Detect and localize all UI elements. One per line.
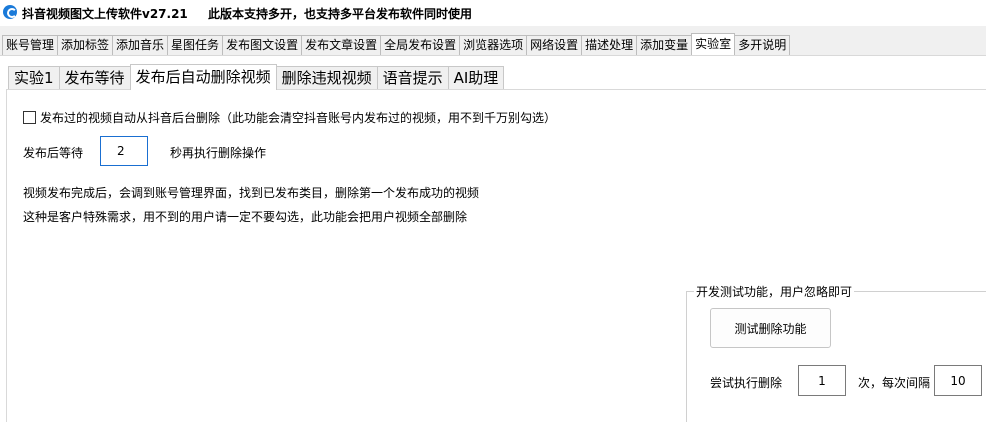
tab-add-music[interactable]: 添加音乐 xyxy=(112,35,169,55)
tab-article-settings[interactable]: 发布文章设置 xyxy=(301,35,382,55)
auto-delete-option[interactable]: 发布过的视频自动从抖音后台删除（此功能会清空抖音账号内发布过的视频，用不到千万别… xyxy=(23,109,556,126)
tab-network-settings[interactable]: 网络设置 xyxy=(526,35,583,55)
subtab-experiment-1[interactable]: 实验1 xyxy=(8,66,60,89)
wait-suffix-label: 秒再执行删除操作 xyxy=(170,146,267,160)
attempt-count-input[interactable] xyxy=(798,365,846,396)
tab-lab[interactable]: 实验室 xyxy=(691,33,736,55)
auto-delete-label: 发布过的视频自动从抖音后台删除（此功能会清空抖音账号内发布过的视频，用不到千万别… xyxy=(40,111,557,125)
title-bar: 抖音视频图文上传软件v27.21 此版本支持多开，也支持多平台发布软件同时使用 xyxy=(0,0,986,26)
subtab-auto-delete-video[interactable]: 发布后自动删除视频 xyxy=(129,64,277,90)
description-line-2: 这种是客户特殊需求，用不到的用户请一定不要勾选，此功能会把用户视频全部删除 xyxy=(23,210,468,224)
tab-image-post-settings[interactable]: 发布图文设置 xyxy=(222,35,303,55)
subtab-publish-wait[interactable]: 发布等待 xyxy=(58,66,131,89)
tab-browser-options[interactable]: 浏览器选项 xyxy=(459,35,528,55)
tab-add-variables[interactable]: 添加变量 xyxy=(636,35,693,55)
wait-seconds-input[interactable] xyxy=(100,136,148,166)
window-title: 抖音视频图文上传软件v27.21 xyxy=(22,7,188,21)
tab-star-tasks[interactable]: 星图任务 xyxy=(167,35,224,55)
tab-add-tags[interactable]: 添加标签 xyxy=(57,35,114,55)
description-line-1: 视频发布完成后，会调到账号管理界面，找到已发布类目，删除第一个发布成功的视频 xyxy=(23,186,480,200)
interval-label: 次，每次间隔 xyxy=(858,376,931,390)
wait-prefix-label: 发布后等待 xyxy=(23,146,84,160)
subtab-delete-violating-video[interactable]: 删除违规视频 xyxy=(275,66,378,89)
tab-description-processing[interactable]: 描述处理 xyxy=(581,35,638,55)
window-note: 此版本支持多开，也支持多平台发布软件同时使用 xyxy=(208,7,473,21)
subtab-voice-prompt[interactable]: 语音提示 xyxy=(376,66,449,89)
dev-test-group-title: 开发测试功能，用户忽略即可 xyxy=(694,283,855,300)
test-delete-button[interactable]: 测试删除功能 xyxy=(710,308,831,348)
tab-multi-instance-help[interactable]: 多开说明 xyxy=(734,35,791,55)
sub-tab-bar: 实验1 发布等待 发布后自动删除视频 删除违规视频 语音提示 AI助理 xyxy=(8,64,505,90)
tab-account-management[interactable]: 账号管理 xyxy=(2,35,59,55)
app-logo-icon xyxy=(3,5,17,19)
auto-delete-checkbox[interactable] xyxy=(23,111,36,124)
interval-input[interactable] xyxy=(934,365,982,396)
subtab-ai-assistant[interactable]: AI助理 xyxy=(447,66,505,89)
attempt-label: 尝试执行删除 xyxy=(710,376,783,390)
main-tab-bar: 账号管理 添加标签 添加音乐 星图任务 发布图文设置 发布文章设置 全局发布设置… xyxy=(2,33,791,55)
tab-global-publish-settings[interactable]: 全局发布设置 xyxy=(380,35,461,55)
